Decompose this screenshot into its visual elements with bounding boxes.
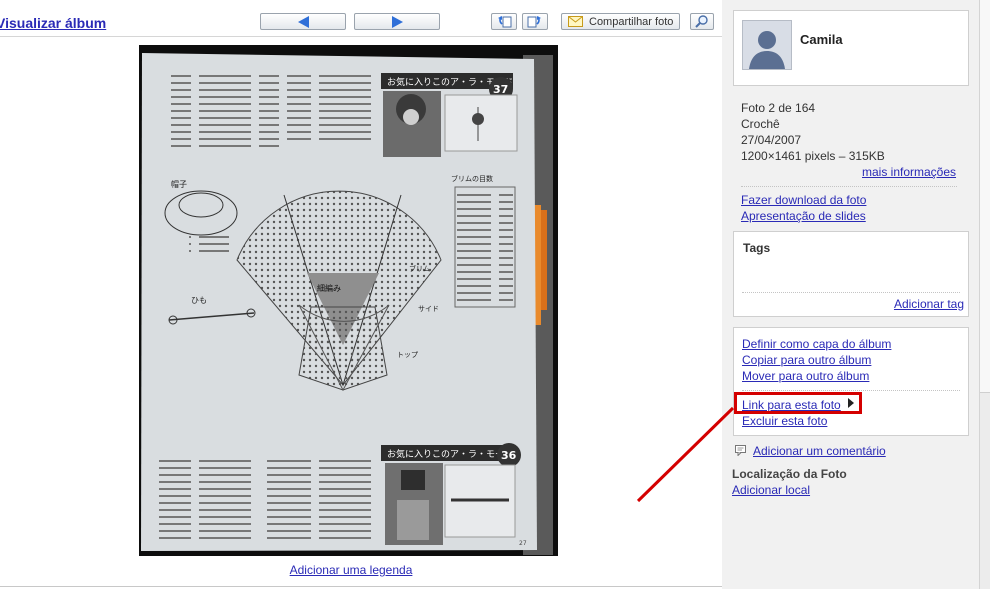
rotate-right-icon — [527, 16, 541, 28]
scrollbar[interactable] — [979, 0, 990, 589]
arrow-left-icon — [297, 15, 309, 28]
share-photo-button[interactable]: Compartilhar foto — [561, 13, 680, 30]
slideshow-link[interactable]: Apresentação de slides — [741, 209, 866, 223]
next-photo-button[interactable] — [354, 13, 440, 30]
album-name: Crochê — [741, 117, 780, 131]
svg-text:ひも: ひも — [191, 296, 207, 305]
svg-text:36: 36 — [501, 449, 517, 462]
main-photo[interactable]: お気に入りこのア・ラ・モード 37 帽子 ひも 細編み ブリム サイド トップ … — [139, 45, 558, 556]
svg-text:37: 37 — [493, 83, 508, 96]
previous-photo-button[interactable] — [260, 13, 346, 30]
svg-text:27: 27 — [519, 540, 527, 547]
set-album-cover-link[interactable]: Definir como capa do álbum — [742, 337, 891, 351]
add-location-link[interactable]: Adicionar local — [732, 483, 810, 497]
svg-text:サイド: サイド — [418, 305, 439, 313]
add-tag-link[interactable]: Adicionar tag — [894, 297, 964, 311]
arrow-right-icon — [391, 15, 403, 28]
delete-photo-link[interactable]: Excluir esta foto — [742, 414, 827, 428]
envelope-icon — [568, 16, 583, 27]
svg-text:ブリムの目数: ブリムの目数 — [451, 174, 493, 183]
photo-date: 27/04/2007 — [741, 133, 802, 147]
add-caption-link[interactable]: Adicionar uma legenda — [0, 563, 702, 577]
comment-icon — [735, 445, 746, 456]
rotate-left-icon — [498, 16, 512, 28]
photo-count: Foto 2 de 164 — [741, 101, 816, 115]
photo-dimensions: 1200×1461 pixels – 315KB — [741, 149, 885, 163]
view-album-link[interactable]: Visualizar álbum — [0, 15, 106, 31]
user-card: Camila — [733, 10, 969, 86]
user-name[interactable]: Camila — [800, 32, 843, 47]
photo-view-panel: Visualizar álbum Compartilhar foto お気に入り… — [0, 8, 723, 587]
svg-text:帽子: 帽子 — [171, 179, 187, 189]
add-comment-link[interactable]: Adicionar um comentário — [753, 444, 886, 458]
more-info-link[interactable]: mais informações — [862, 165, 956, 179]
svg-text:トップ: トップ — [397, 351, 418, 359]
divider — [742, 390, 960, 391]
link-highlight-box — [734, 392, 862, 414]
svg-text:ブリム: ブリム — [409, 264, 430, 273]
download-photo-link[interactable]: Fazer download da foto — [741, 193, 866, 207]
triangle-right-icon[interactable] — [848, 398, 854, 408]
tags-heading: Tags — [743, 241, 771, 255]
photo-image: お気に入りこのア・ラ・モード 37 帽子 ひも 細編み ブリム サイド トップ … — [139, 45, 558, 556]
copy-to-album-link[interactable]: Copiar para outro álbum — [742, 353, 871, 367]
photo-actions-card: Definir como capa do álbum Copiar para o… — [733, 327, 969, 436]
divider — [742, 292, 960, 293]
avatar[interactable] — [742, 20, 792, 70]
rotate-left-button[interactable] — [491, 13, 517, 30]
share-photo-label: Compartilhar foto — [589, 15, 674, 28]
scrollbar-thumb[interactable] — [980, 0, 990, 393]
svg-text:お気に入りこのア・ラ・モード: お気に入りこのア・ラ・モード — [387, 448, 513, 460]
photo-location-heading: Localização da Foto — [732, 467, 847, 481]
tags-card: Tags Adicionar tag — [733, 231, 969, 317]
divider — [741, 186, 957, 187]
svg-text:細編み: 細編み — [317, 283, 341, 293]
zoom-icon — [695, 15, 708, 28]
move-to-album-link[interactable]: Mover para outro álbum — [742, 369, 869, 383]
photo-toolbar: Visualizar álbum Compartilhar foto — [0, 8, 722, 37]
rotate-right-button[interactable] — [522, 13, 548, 30]
avatar-icon — [743, 21, 791, 69]
zoom-button[interactable] — [690, 13, 714, 30]
